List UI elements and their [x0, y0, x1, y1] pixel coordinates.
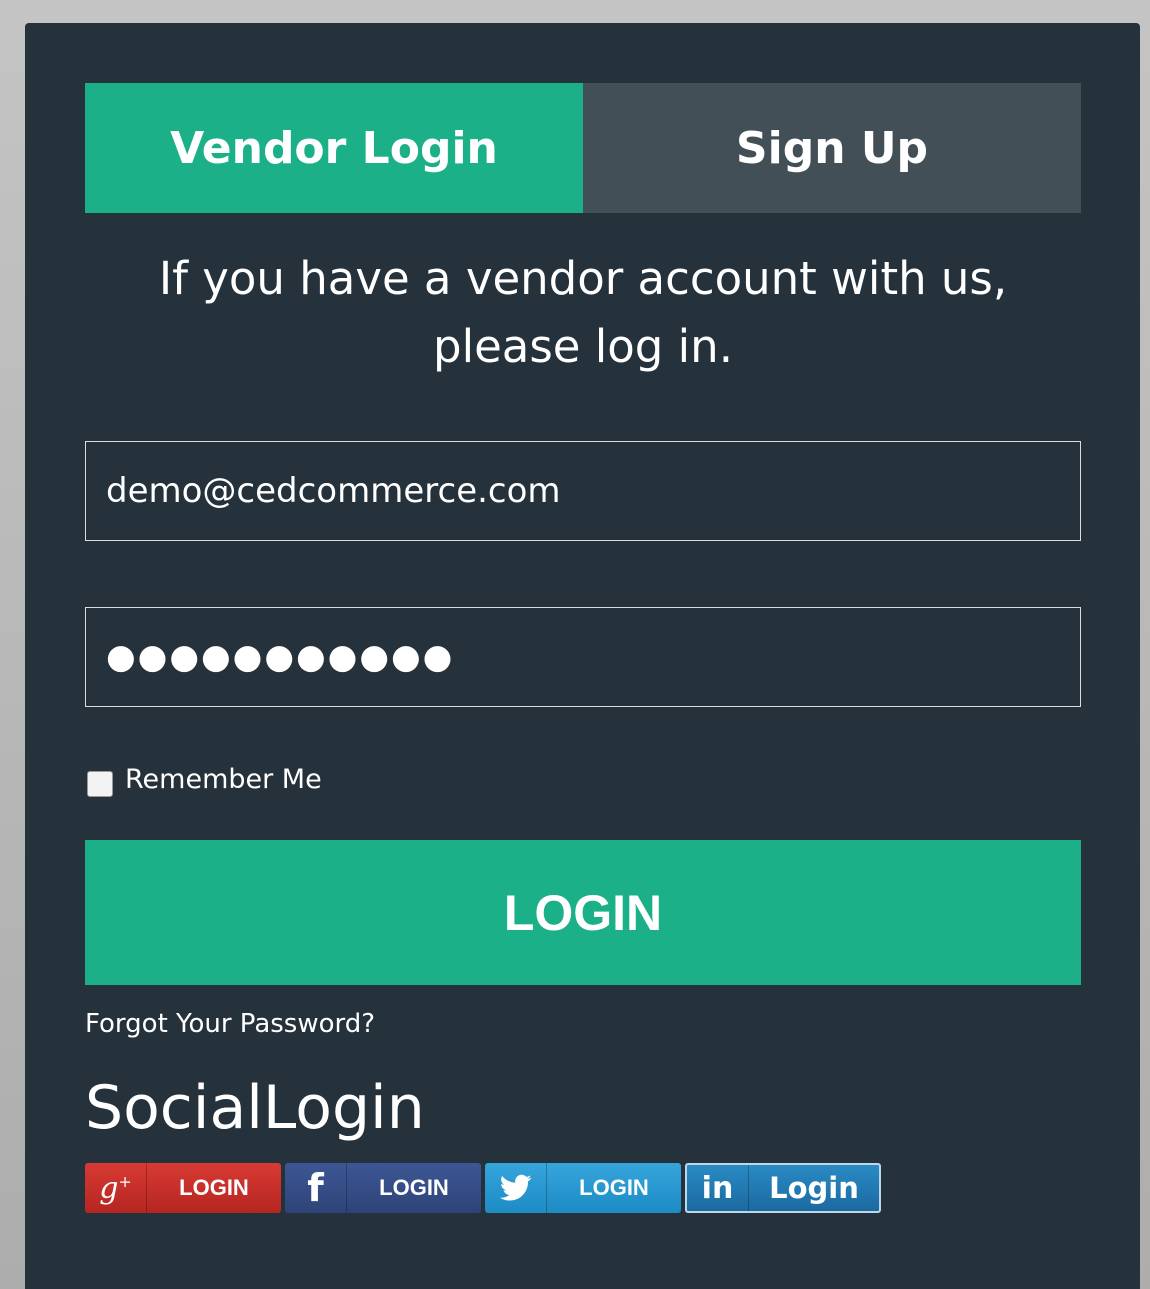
intro-line-1: If you have a vendor account with us,: [158, 252, 1008, 305]
email-field[interactable]: [85, 441, 1081, 541]
google-login-button[interactable]: g+ LOGIN: [85, 1163, 281, 1213]
google-plus-icon: g+: [85, 1163, 147, 1213]
intro-line-2: please log in.: [433, 320, 733, 373]
linkedin-icon: in: [687, 1165, 749, 1211]
twitter-login-label: LOGIN: [579, 1175, 649, 1200]
twitter-icon: [485, 1163, 547, 1213]
social-login-title: SocialLogin: [85, 1073, 425, 1143]
remember-me-checkbox[interactable]: [87, 771, 113, 797]
tab-vendor-login[interactable]: Vendor Login: [85, 83, 583, 213]
remember-me: Remember Me: [87, 761, 322, 797]
login-intro-text: If you have a vendor account with us, pl…: [85, 245, 1081, 381]
linkedin-login-label: Login: [769, 1171, 859, 1205]
tab-sign-up[interactable]: Sign Up: [583, 83, 1081, 213]
password-field[interactable]: [85, 607, 1081, 707]
facebook-icon: f: [285, 1163, 347, 1213]
login-panel: Vendor Login Sign Up If you have a vendo…: [25, 23, 1140, 1289]
page-background: Vendor Login Sign Up If you have a vendo…: [0, 0, 1150, 1289]
linkedin-login-button[interactable]: in Login: [685, 1163, 881, 1213]
auth-tabs: Vendor Login Sign Up: [85, 83, 1081, 213]
forgot-password-link[interactable]: Forgot Your Password?: [85, 1009, 375, 1039]
social-login-buttons: g+ LOGIN f LOGIN LOGIN in Login: [85, 1163, 885, 1213]
google-login-label: LOGIN: [179, 1175, 249, 1200]
twitter-login-button[interactable]: LOGIN: [485, 1163, 681, 1213]
facebook-login-label: LOGIN: [379, 1175, 449, 1200]
login-button[interactable]: LOGIN: [85, 840, 1081, 985]
facebook-login-button[interactable]: f LOGIN: [285, 1163, 481, 1213]
remember-me-label: Remember Me: [125, 763, 322, 795]
